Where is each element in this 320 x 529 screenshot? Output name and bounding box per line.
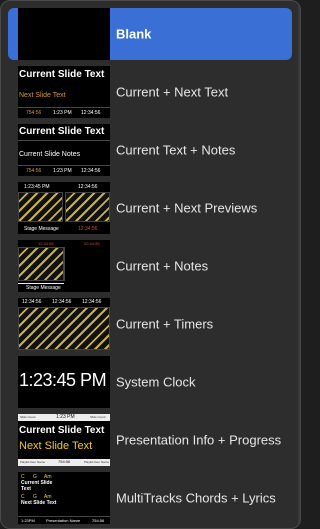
menu-item-label: Current + Next Text [116, 84, 229, 100]
thumb-divider [64, 247, 65, 281]
thumb-divider [18, 107, 110, 108]
thumb-stage-message: Stage Message [24, 226, 59, 232]
thumb-lyric: Next Slide Text [21, 500, 57, 506]
thumb-presentation-name: Presentation Name [46, 518, 81, 523]
thumbnail-multitracks-chords-lyrics: C G Am Current Slide Text C G Am Next Sl… [18, 472, 110, 524]
thumbnail-current-timers: 12:34:56 12:34:56 12:34:56 [18, 298, 110, 350]
thumb-current-preview [18, 307, 110, 350]
menu-item-current-notes[interactable]: 12:34:56 00:34:56 Stage Message Current … [8, 240, 292, 292]
menu-item-label: Current + Timers [116, 316, 214, 332]
layout-menu: Blank Current Slide Text Next Slide Text… [0, 0, 301, 529]
thumb-clock: 1:23:45 PM [19, 370, 107, 390]
menu-item-multitracks-chords-lyrics[interactable]: C G Am Current Slide Text C G Am Next Sl… [8, 472, 292, 524]
thumbnail-current-next-previews: 1:23:45 PM 12:34:56 Stage Message 12:34:… [18, 182, 110, 234]
thumbnail-presentation-info: Slide Count 1:23 PM Slide Count Current … [18, 414, 110, 466]
thumb-timer: 754:56 [58, 459, 71, 464]
menu-item-system-clock[interactable]: 1:23:45 PM System Clock [8, 356, 292, 408]
thumb-timer: 12:34:56 [78, 226, 98, 232]
thumbnail-current-text-notes: Current Slide Text Current Slide Notes 7… [18, 124, 110, 176]
thumb-timer: 12:34:56 [22, 299, 42, 305]
thumb-timer: 754:56 [92, 518, 105, 523]
menu-item-current-text-notes[interactable]: Current Slide Text Current Slide Notes 7… [8, 124, 292, 176]
thumb-timer: 754:56 [26, 168, 42, 174]
thumb-clock: 1:23 PM [56, 414, 75, 420]
thumb-divider [18, 140, 110, 141]
thumb-next-text: Next Slide Text [19, 440, 93, 452]
thumbnail-blank [18, 8, 110, 60]
menu-item-blank[interactable]: Blank [8, 8, 292, 60]
thumb-timer: 754:56 [26, 110, 42, 116]
thumb-clock: 1:23 PM [53, 168, 72, 174]
thumb-timer: 00:34:56 [84, 241, 100, 246]
thumb-slide-count: Slide Count [20, 415, 36, 419]
menu-item-label: Blank [116, 26, 152, 42]
menu-item-label: Presentation Info + Progress [116, 432, 282, 448]
thumb-current-text: Current Slide Text [19, 69, 105, 80]
thumb-timer: 12:34:56 [81, 110, 101, 116]
thumb-slide-count: Slide Count [90, 415, 106, 419]
thumb-lyric: Text [21, 486, 31, 492]
menu-item-label: Current Text + Notes [116, 142, 236, 158]
thumb-notes-text: Current Slide Notes [19, 151, 81, 158]
menu-item-current-next-text[interactable]: Current Slide Text Next Slide Text 754:5… [8, 66, 292, 118]
thumb-clock: 1:23 PM [53, 110, 72, 116]
menu-item-current-next-previews[interactable]: 1:23:45 PM 12:34:56 Stage Message 12:34:… [8, 182, 292, 234]
menu-item-current-timers[interactable]: 12:34:56 12:34:56 12:34:56 Current + Tim… [8, 298, 292, 350]
thumbnail-system-clock: 1:23:45 PM [18, 356, 110, 408]
thumb-next-text: Next Slide Text [19, 92, 66, 99]
thumb-current-text: Current Slide Text [19, 126, 105, 137]
thumb-clock: 1:23:45 PM [24, 184, 50, 190]
thumb-next-preview [65, 192, 110, 222]
menu-item-presentation-info[interactable]: Slide Count 1:23 PM Slide Count Current … [8, 414, 292, 466]
menu-item-label: Current + Notes [116, 258, 209, 274]
thumb-playlist-item: Playlist Item Name [84, 460, 110, 464]
thumb-clock: 1:23PM [21, 518, 35, 523]
menu-scroll-edge [298, 1, 300, 528]
thumb-divider [18, 516, 110, 517]
menu-item-label: MultiTracks Chords + Lyrics [116, 490, 276, 506]
thumb-divider [18, 165, 110, 166]
thumb-timer: 12:34:56 [81, 168, 101, 174]
thumbnail-current-next-text: Current Slide Text Next Slide Text 754:5… [18, 66, 110, 118]
thumb-timer: 12:34:56 [78, 184, 98, 190]
thumb-timer: 12:34:56 [82, 299, 102, 305]
thumb-current-text: Current Slide Text [19, 425, 105, 436]
thumb-timer: 12:34:56 [38, 241, 54, 246]
thumb-stage-message: Stage Message [26, 285, 61, 291]
thumb-current-preview [18, 192, 63, 222]
menu-item-label: System Clock [116, 374, 196, 390]
thumbnail-current-notes: 12:34:56 00:34:56 Stage Message [18, 240, 110, 292]
thumb-timer: 12:34:56 [52, 299, 72, 305]
thumb-playlist-item: Playlist Item Name [20, 460, 46, 464]
menu-item-label: Current + Next Previews [116, 200, 258, 216]
thumb-divider [18, 283, 64, 284]
thumb-current-preview [18, 247, 64, 281]
